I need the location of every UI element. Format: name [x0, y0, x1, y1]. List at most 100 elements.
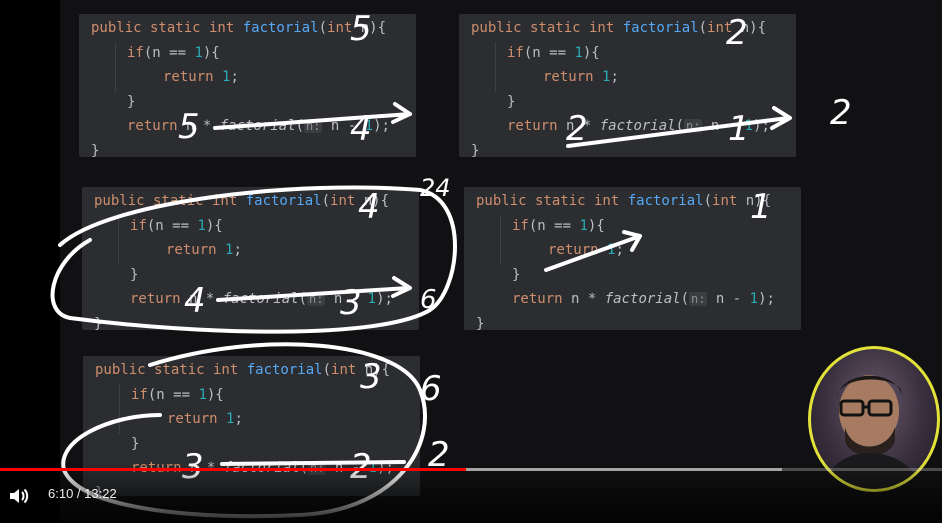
code-if: if(n == 1){ — [91, 41, 416, 66]
function-call: factorial — [219, 118, 296, 134]
semicolon: ; — [610, 69, 619, 85]
semicolon: ; — [230, 69, 239, 85]
param-name: n — [740, 20, 750, 36]
keyword: if — [130, 217, 147, 234]
code-if: if(n == 1){ — [95, 383, 420, 408]
time-separator: / — [73, 486, 85, 501]
code-block-4: public static int factorial(int n){if(n … — [464, 187, 801, 332]
number: 1 — [749, 291, 759, 307]
brace: ){ — [749, 20, 767, 36]
expression: n * — [571, 291, 605, 307]
code-end: } — [94, 312, 419, 337]
code-end: } — [471, 139, 796, 164]
keyword: return — [507, 118, 567, 134]
function-name: factorial — [627, 193, 704, 209]
keyword: return — [548, 242, 608, 258]
code-signature: public static int factorial(int n){ — [476, 189, 801, 214]
code-return-base: return 1; — [94, 238, 419, 263]
param-name: n — [363, 193, 373, 209]
keyword: public static int — [94, 193, 246, 209]
paren: ( — [322, 362, 332, 378]
function-name: factorial — [245, 193, 322, 209]
argument: n - — [322, 118, 365, 134]
code-if: if(n == 1){ — [476, 214, 801, 239]
param-hint: n: — [684, 119, 703, 133]
param-name: n — [745, 193, 755, 209]
param-type: int — [331, 362, 365, 378]
number: 1 — [744, 118, 754, 134]
keyword: return — [167, 411, 227, 427]
brace: ){ — [582, 44, 600, 61]
keyword: public static int — [91, 20, 243, 36]
number: 1 — [579, 217, 588, 234]
code-block-2: public static int factorial(int n){if(n … — [459, 14, 796, 159]
volume-icon — [10, 488, 29, 504]
param-name: n — [364, 362, 374, 378]
progress-played — [0, 468, 467, 471]
paren: ); — [376, 291, 393, 307]
brace: } — [127, 93, 136, 110]
paren: ( — [298, 291, 308, 307]
code-if-close: } — [91, 90, 416, 115]
brace: ){ — [373, 362, 391, 378]
brace: } — [131, 435, 140, 452]
number: 1 — [194, 44, 203, 61]
volume-button[interactable] — [6, 484, 32, 508]
keyword: return — [543, 69, 603, 85]
brace: ){ — [369, 20, 387, 36]
param-hint: n: — [304, 119, 323, 133]
duration: 13:22 — [84, 486, 117, 501]
code-return-base: return 1; — [476, 238, 801, 263]
number: 1 — [364, 118, 374, 134]
param-type: int — [707, 20, 741, 36]
paren: ( — [318, 20, 328, 36]
paren: ( — [675, 118, 685, 134]
left-black-bar — [0, 0, 60, 523]
condition: (n == — [147, 386, 199, 403]
expression: n * — [566, 118, 600, 134]
brace: ){ — [587, 217, 605, 234]
condition: (n == — [146, 217, 198, 234]
code-block-3: public static int factorial(int n){if(n … — [82, 187, 419, 332]
brace: } — [94, 315, 103, 332]
code-block-1: public static int factorial(int n){if(n … — [79, 14, 416, 159]
function-name: factorial — [246, 362, 323, 378]
number: 1 — [197, 217, 206, 234]
keyword: if — [512, 217, 529, 234]
brace: ){ — [205, 217, 223, 234]
param-type: int — [330, 193, 364, 209]
brace: } — [91, 142, 100, 159]
brace: ){ — [754, 193, 772, 209]
keyword: return — [127, 118, 187, 134]
paren: ( — [703, 193, 713, 209]
brace: } — [130, 266, 139, 283]
condition: (n == — [528, 217, 580, 234]
function-name: factorial — [242, 20, 319, 36]
argument: n - — [702, 118, 745, 134]
paren: ); — [373, 118, 390, 134]
keyword: public static int — [476, 193, 628, 209]
param-type: int — [327, 20, 361, 36]
paren: ( — [321, 193, 331, 209]
keyword: return — [163, 69, 223, 85]
semicolon: ; — [615, 242, 624, 258]
paren: ( — [680, 291, 690, 307]
code-signature: public static int factorial(int n){ — [91, 16, 416, 41]
progress-bar[interactable] — [0, 468, 942, 471]
code-return-base: return 1; — [471, 65, 796, 90]
keyword: public static int — [471, 20, 623, 36]
keyword: return — [130, 291, 190, 307]
semicolon: ; — [234, 411, 243, 427]
paren: ); — [758, 291, 775, 307]
number: 1 — [367, 291, 377, 307]
function-call: factorial — [604, 291, 681, 307]
code-return-base: return 1; — [95, 407, 420, 432]
code-if-close: } — [471, 90, 796, 115]
argument: n - — [707, 291, 750, 307]
keyword: if — [507, 44, 524, 61]
argument: n - — [325, 291, 368, 307]
keyword: if — [127, 44, 144, 61]
brace: ){ — [372, 193, 390, 209]
function-name: factorial — [622, 20, 699, 36]
code-if-close: } — [476, 263, 801, 288]
